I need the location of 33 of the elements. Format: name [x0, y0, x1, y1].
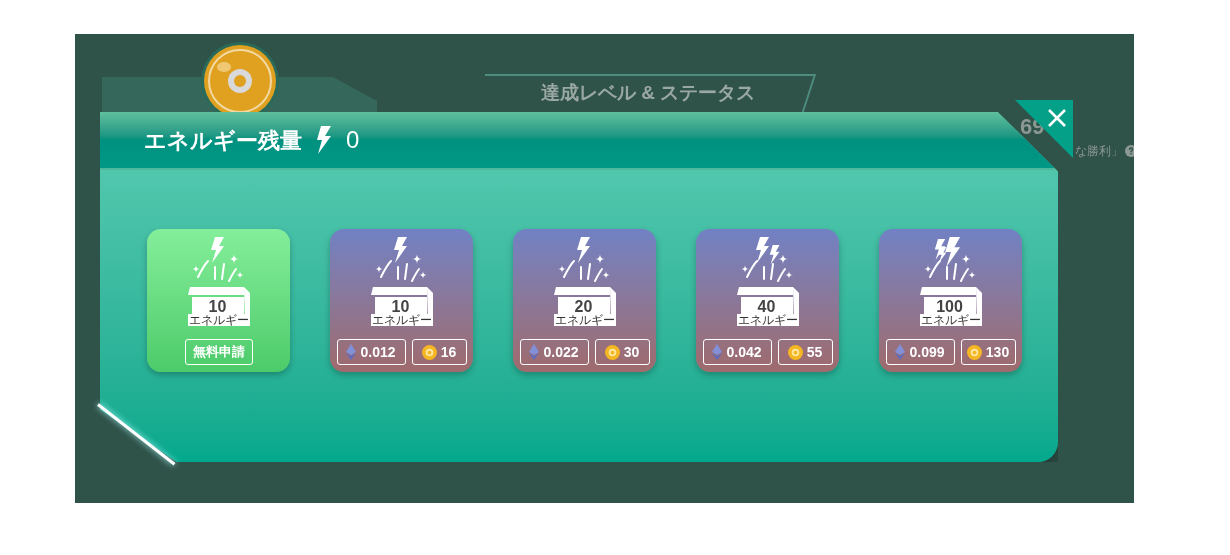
- energy-pack-card[interactable]: 10 エネルギー 0.012 16: [330, 229, 473, 372]
- energy-pack-card[interactable]: 20 エネルギー 0.022 30: [513, 229, 656, 372]
- eth-price-button[interactable]: 0.042: [702, 339, 772, 365]
- energy-pack-card[interactable]: 100 エネルギー 0.099 130: [879, 229, 1022, 372]
- energy-pack-card[interactable]: 40 エネルギー 0.042 55: [696, 229, 839, 372]
- energy-pack-card[interactable]: 10 エネルギー 無料申請: [147, 229, 290, 372]
- coin-price-button[interactable]: 16: [411, 339, 467, 365]
- coin-icon: [787, 344, 803, 360]
- coin-icon: [604, 344, 620, 360]
- lightning-icon: [316, 126, 332, 154]
- eth-price-button[interactable]: 0.099: [885, 339, 955, 365]
- ethereum-icon: [529, 344, 540, 360]
- coin-icon: [966, 344, 982, 360]
- eth-price-button[interactable]: 0.012: [336, 339, 406, 365]
- close-icon: [1047, 108, 1067, 128]
- stat-label: な勝利」: [1075, 143, 1123, 160]
- eth-price-button[interactable]: 0.022: [519, 339, 589, 365]
- help-icon[interactable]: [1125, 145, 1134, 157]
- energy-amount: 10: [390, 299, 410, 315]
- coin-price-button[interactable]: 130: [960, 339, 1016, 365]
- energy-amount: 100: [935, 299, 963, 315]
- coin-icon: [421, 344, 437, 360]
- energy-amount: 10: [207, 299, 227, 315]
- energy-amount: 40: [756, 299, 776, 315]
- ethereum-icon: [895, 344, 906, 360]
- energy-amount: 20: [573, 299, 593, 315]
- ethereum-icon: [712, 344, 723, 360]
- coin-price-button[interactable]: 55: [777, 339, 833, 365]
- coin-price-button[interactable]: 30: [594, 339, 650, 365]
- ethereum-icon: [346, 344, 357, 360]
- energy-balance: 0: [346, 125, 360, 155]
- dialog-title: エネルギー残量: [144, 126, 302, 155]
- tab-title: 達成レベル & ステータス: [541, 81, 756, 105]
